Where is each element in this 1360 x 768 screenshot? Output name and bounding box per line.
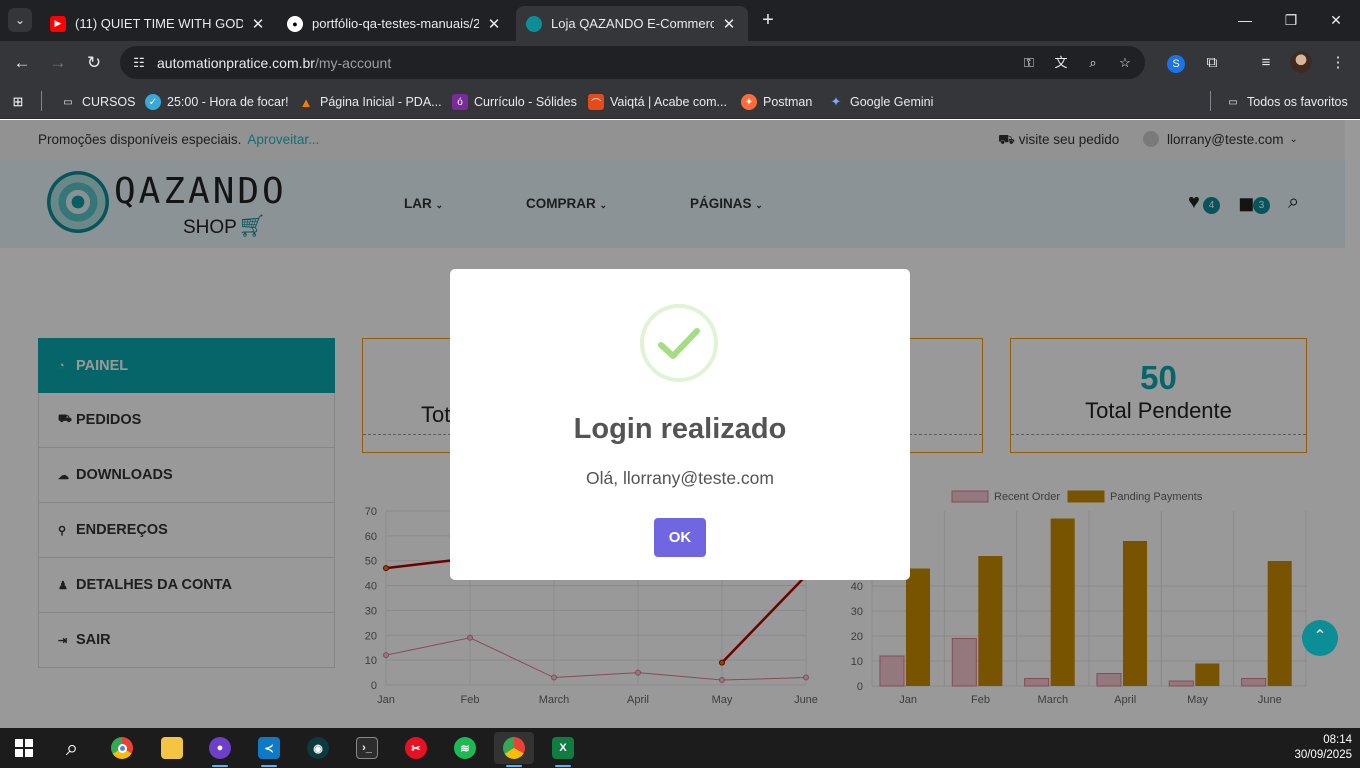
scroll-to-top-button[interactable]: ⌃ [1302,620,1338,656]
vaiqta-icon: ⌒ [588,94,604,110]
youtube-icon: ▶ [50,15,66,32]
bookmark-divider [1210,91,1211,111]
folder-icon: ▭ [1228,96,1238,108]
solides-icon: ó [452,94,468,110]
close-icon[interactable]: ✕ [485,15,503,33]
tab-title: Loja QAZANDO E-Commerce [551,16,714,31]
profile-avatar[interactable] [1290,51,1312,73]
minimize-icon[interactable]: — [1233,8,1257,32]
gemini-icon: ✦ [830,94,842,109]
browser-tab-bar: ⌄ ▶ (11) QUIET TIME WITH GOD - S ✕ ● por… [0,0,1360,41]
dialog-message: Olá, llorrany@teste.com [586,468,774,488]
browser-tab-qazando[interactable]: Loja QAZANDO E-Commerce ✕ [516,6,748,41]
taskbar-search-icon[interactable]: ⌕ [52,732,92,764]
check-circle-icon: ✓ [145,94,161,110]
success-check-icon [640,304,718,382]
excel-icon[interactable]: X [543,732,583,767]
github-icon: ● [287,15,303,32]
bookmark-solides[interactable]: ó Currículo - Sólides [452,91,577,113]
tab-search-button[interactable]: ⌄ [8,8,32,32]
browser-tab-github[interactable]: ● portfólio-qa-testes-manuais/2_ ✕ [277,6,513,41]
media-control-icon[interactable]: ≡ [1255,52,1277,74]
pda-icon: ▲ [299,94,313,110]
folder-icon: ▭ [63,96,73,108]
dialog-title: Login realizado [573,413,787,445]
translate-icon[interactable]: 文 [1051,54,1071,72]
back-icon[interactable]: ← [10,51,34,75]
zoom-icon[interactable]: ⌕ [1083,54,1103,72]
clock-time: 08:14 [1323,734,1352,746]
tab-title: portfólio-qa-testes-manuais/2_ [312,16,479,31]
windows-taskbar: ⌕ ● ≺ ◉ ›_ ✂ ≋ X 08:14 30/09/2025 [0,728,1360,768]
login-success-dialog: Login realizado Olá, llorrany@teste.com … [450,269,910,580]
browser-menu-icon[interactable]: ⋮ [1327,52,1349,74]
close-icon[interactable]: ✕ [249,15,267,33]
vscode-icon[interactable]: ≺ [249,732,289,767]
shazam-extension-icon[interactable]: S [1165,52,1187,74]
terminal-icon[interactable]: ›_ [347,732,387,764]
bookmark-vaiqta[interactable]: ⌒ Vaiqtá | Acabe com... [588,91,727,113]
system-clock[interactable]: 08:14 30/09/2025 [1282,733,1352,763]
bookmark-pda[interactable]: ▲ Página Inicial - PDA... [298,91,442,113]
postman-icon: ✦ [741,94,757,110]
bookmark-postman[interactable]: ✦ Postman [741,91,812,113]
tab-title: (11) QUIET TIME WITH GOD - S [75,16,243,31]
file-explorer-icon[interactable] [152,732,192,764]
snipping-tool-icon[interactable]: ✂ [396,732,436,764]
all-bookmarks[interactable]: ▭ Todos os favoritos [1225,91,1347,113]
url-text[interactable]: automationpratice.com.br/my-account [157,55,391,71]
qazando-app-icon[interactable]: ◉ [298,732,338,764]
bookmark-star-icon[interactable]: ☆ [1115,54,1135,72]
restore-icon[interactable]: ❐ [1279,8,1303,32]
forward-icon[interactable]: → [46,51,70,75]
ok-button[interactable]: OK [654,518,706,557]
chrome-profile-icon[interactable] [494,732,534,767]
password-key-icon[interactable]: ⚿ [1019,54,1039,72]
close-icon[interactable]: ✕ [720,15,738,33]
chrome-icon[interactable] [102,732,142,764]
new-tab-button[interactable]: + [758,9,778,31]
window-close-icon[interactable]: ✕ [1324,8,1348,32]
spotify-icon[interactable]: ≋ [445,732,485,764]
site-info-icon[interactable]: ☷ [130,54,148,72]
windows-start-icon[interactable] [4,732,44,764]
clock-date: 30/09/2025 [1294,749,1352,761]
qazando-icon [526,15,542,32]
bookmark-gemini[interactable]: ✦ Google Gemini [828,91,934,113]
reload-icon[interactable]: ↻ [82,51,106,75]
bookmarks-bar: ⊞ ▭ CURSOS ✓ 25:00 - Hora de focar! ▲ Págin… [0,85,1360,119]
browser-toolbar: ← → ↻ ☷ automationpratice.com.br/my-acco… [0,41,1360,85]
github-desktop-icon[interactable]: ● [200,732,240,767]
extensions-icon[interactable]: ⧉ [1201,52,1223,74]
apps-grid-icon[interactable]: ⊞ [10,91,32,113]
browser-tab-youtube[interactable]: ▶ (11) QUIET TIME WITH GOD - S ✕ [40,6,277,41]
bookmark-pomodoro[interactable]: ✓ 25:00 - Hora de focar! [145,91,289,113]
bookmark-cursos[interactable]: ▭ CURSOS [60,91,135,113]
bookmark-divider [41,91,42,111]
address-bar[interactable]: ☷ automationpratice.com.br/my-account ⚿ … [120,46,1145,79]
